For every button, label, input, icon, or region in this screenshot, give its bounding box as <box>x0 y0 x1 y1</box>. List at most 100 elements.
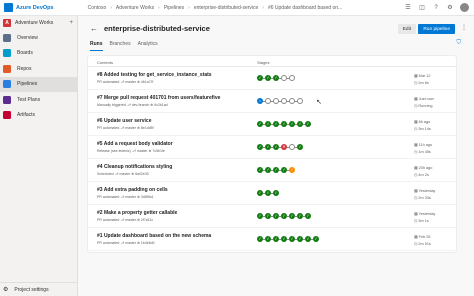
stage-indicators: ✓ ✓ ✓ ✓ ✓ ✓ ✓ <box>257 121 311 127</box>
sidebar-item-test-plans[interactable]: Test Plans <box>0 92 77 108</box>
project-settings[interactable]: ⚙ Project settings <box>0 282 78 296</box>
list-icon[interactable]: ☰ <box>404 4 412 12</box>
tab-analytics[interactable]: Analytics <box>138 41 158 51</box>
breadcrumb-item[interactable]: enterprise-distributed-service <box>194 5 258 11</box>
tab-branches[interactable]: Branches <box>110 41 131 51</box>
run-date: ▦ 11h ago <box>414 142 432 147</box>
run-duration-text: 3m 14s <box>418 127 431 131</box>
column-header-stages: Stages <box>257 60 270 65</box>
page-title: enterprise-distributed-service <box>104 23 210 33</box>
top-bar: Azure DevOps Contoso › Adventure Works › P… <box>0 0 474 16</box>
run-subtitle: PR automated ⎇ master ⊕ 4b1c07f <box>97 80 154 84</box>
sidebar: A Adventure Works + Overview Boards Repo… <box>0 16 78 296</box>
run-subtitle: Manually triggered ⎇ dev-branch ⊕ 9c2b1a… <box>97 103 168 107</box>
repos-icon <box>3 64 11 73</box>
run-date-text: 8h ago <box>418 120 431 124</box>
avatar[interactable] <box>460 3 469 12</box>
project-settings-label: Project settings <box>14 286 49 293</box>
run-duration: ◷ 1m 45s <box>414 149 431 154</box>
run-duration: ◷ 4m 2s <box>414 172 429 177</box>
run-pipeline-button[interactable]: Run pipeline <box>418 24 455 34</box>
run-duration-text: 2m 33s <box>418 196 431 200</box>
run-title: #2 Make a property getter callable <box>97 210 178 216</box>
user-settings-icon[interactable]: ⚙ <box>446 4 454 12</box>
column-header-description: Contents <box>97 60 114 65</box>
run-duration-text: 2m 51s <box>418 242 431 246</box>
breadcrumb-item[interactable]: #6 Update dashboard based on... <box>268 5 342 11</box>
plus-icon[interactable]: + <box>69 20 73 26</box>
run-subtitle: PR automated ⎇ master ⊕ 1b4e6d0 <box>97 241 155 245</box>
run-date: ▦ Feb 26 <box>414 234 430 239</box>
run-duration: ◷ 3m 1s <box>414 218 429 223</box>
main-content: ← enterprise-distributed-service Edit Ru… <box>78 16 474 296</box>
overview-icon <box>3 33 11 42</box>
stage-success-icon[interactable]: ✓ <box>305 213 311 219</box>
stage-success-icon[interactable]: ✓ <box>273 190 279 196</box>
edit-button[interactable]: Edit <box>397 24 416 34</box>
stage-indicators: ✓ ✓ ✓ ✕ ✓ <box>257 144 303 150</box>
breadcrumb-item[interactable]: Contoso <box>88 5 107 11</box>
run-duration-text: 2m 6s <box>418 81 429 85</box>
sidebar-item-boards[interactable]: Boards <box>0 46 77 62</box>
run-date-text: 20h ago <box>418 166 433 170</box>
table-row[interactable]: #3 Add extra padding on cells PR automate… <box>88 182 456 205</box>
chevron-right-icon: › <box>110 4 112 11</box>
sidebar-item-label: Pipelines <box>17 81 38 88</box>
table-row[interactable]: #2 Make a property getter callable PR aut… <box>88 205 456 228</box>
run-subtitle: PR automated ⎇ master ⊕ 8e1dd5f <box>97 126 154 130</box>
stage-success-icon[interactable]: ✓ <box>297 144 303 150</box>
sidebar-item-label: Artifacts <box>17 112 36 119</box>
run-duration: ◷ 2m 6s <box>414 80 429 85</box>
sidebar-item-artifacts[interactable]: Artifacts <box>0 108 77 124</box>
run-duration-text: 1m 45s <box>418 150 431 154</box>
filter-icon[interactable]: ⛉ <box>456 40 461 47</box>
run-date: ▦ 20h ago <box>414 165 432 170</box>
stage-indicators: ✓ ✓ ✓ <box>257 75 295 81</box>
table-row[interactable]: #4 Cleanup notifications styling Schedule… <box>88 159 456 182</box>
tab-runs[interactable]: Runs <box>90 41 103 51</box>
stage-indicators: ✓ ✓ ✓ ✓ ✓ ✓ ✓ <box>257 213 311 219</box>
breadcrumb-item[interactable]: Adventure Works <box>116 5 154 11</box>
sidebar-item-label: Overview <box>17 34 38 41</box>
more-options-icon[interactable]: ⋮ <box>461 24 467 31</box>
sidebar-item-repos[interactable]: Repos <box>0 61 77 77</box>
stage-indicators: ✓ ✓ ✓ ✓ ✓ ✓ ✓ ✓ <box>257 236 319 242</box>
org-header[interactable]: A Adventure Works + <box>0 16 77 30</box>
chevron-right-icon: › <box>158 4 160 11</box>
run-date: ▦ 8h ago <box>414 119 430 124</box>
stage-pending-icon[interactable] <box>297 98 303 104</box>
table-row[interactable]: #1 Update dashboard based on the new sch… <box>88 228 456 251</box>
sidebar-item-pipelines[interactable]: Pipelines <box>0 76 77 92</box>
stage-indicators: ✓ ✓ ✓ ✓! <box>257 167 295 173</box>
stage-success-icon[interactable]: ✓ <box>313 236 319 242</box>
run-title: #8 Added testing for get_service_instanc… <box>97 72 212 78</box>
stage-indicators: • <box>257 98 303 104</box>
help-icon[interactable]: ? <box>432 4 440 12</box>
run-duration: ◷ 2m 51s <box>414 241 431 246</box>
pipelines-icon <box>3 80 11 89</box>
run-subtitle: PR automated ⎇ master ⊕ 2f7a11c <box>97 218 154 222</box>
stage-success-icon[interactable]: ✓ <box>305 121 311 127</box>
table-row[interactable]: #5 Add a request body validator Release (… <box>88 136 456 159</box>
run-date: ▦ Mar 12 <box>414 73 430 78</box>
breadcrumb-item[interactable]: Pipelines <box>164 5 184 11</box>
tab-bar: Runs Branches Analytics <box>90 41 158 51</box>
run-date-text: Feb 26 <box>418 235 431 239</box>
azure-devops-logo-icon[interactable] <box>4 3 13 12</box>
back-arrow-icon[interactable]: ← <box>90 24 98 33</box>
run-date: ▦ Just now <box>414 96 434 101</box>
shopping-bag-icon[interactable]: ◫ <box>418 4 426 12</box>
run-title: #3 Add extra padding on cells <box>97 187 168 193</box>
brand-name[interactable]: Azure DevOps <box>16 5 54 11</box>
run-title: #7 Merge pull request 401701 from users/… <box>97 95 221 101</box>
org-name: Adventure Works <box>15 20 54 26</box>
run-duration: ◷ 3m 14s <box>414 126 431 131</box>
run-title: #4 Cleanup notifications styling <box>97 164 173 170</box>
stage-warning-icon[interactable]: ! <box>289 167 295 173</box>
stage-pending-icon[interactable] <box>289 75 295 81</box>
run-date: ▦ Yesterday <box>414 211 435 216</box>
table-row[interactable]: #8 Added testing for get_service_instanc… <box>88 67 456 90</box>
table-row[interactable]: #7 Merge pull request 401701 from users/… <box>88 90 456 113</box>
sidebar-item-overview[interactable]: Overview <box>0 30 77 46</box>
table-row[interactable]: #6 Update user service PR automated ⎇ mas… <box>88 113 456 136</box>
